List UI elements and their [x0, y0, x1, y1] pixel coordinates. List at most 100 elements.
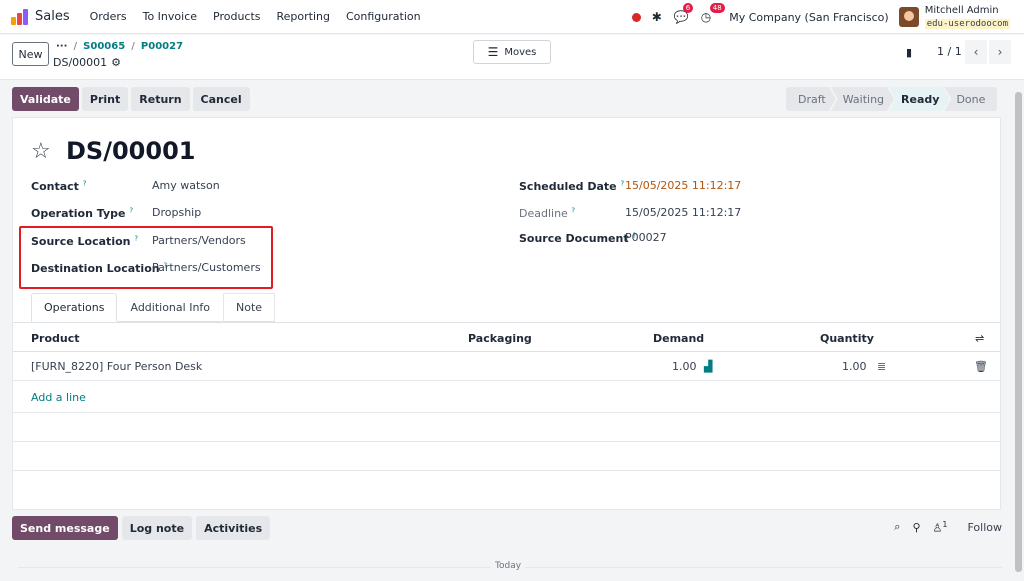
chevron-left-icon: ‹: [973, 45, 979, 59]
menu-configuration[interactable]: Configuration: [346, 10, 421, 23]
column-quantity[interactable]: Quantity: [820, 332, 874, 345]
bookmark-icon[interactable]: ▮: [906, 46, 912, 59]
operation-type-value[interactable]: Dropship: [152, 206, 201, 219]
scheduled-date-value[interactable]: 15/05/2025 11:12:17: [625, 179, 741, 192]
stage-ready[interactable]: Ready: [889, 87, 949, 111]
gear-icon[interactable]: ⚙: [111, 56, 121, 69]
bug-icon[interactable]: ✱: [652, 10, 662, 24]
moves-button[interactable]: ☰ Moves: [473, 40, 551, 64]
chevron-right-icon: ›: [997, 45, 1003, 59]
search-icon[interactable]: ⌕: [894, 520, 900, 534]
row-demand[interactable]: 1.00: [672, 360, 697, 373]
stage-waiting[interactable]: Waiting: [831, 87, 894, 111]
operations-table-header: Product Packaging Demand Quantity ⇌: [13, 323, 1000, 352]
today-label: Today: [491, 561, 526, 571]
stage-draft[interactable]: Draft: [786, 87, 836, 111]
top-navbar: Sales Orders To Invoice Products Reporti…: [0, 0, 1024, 34]
sales-app-icon[interactable]: [11, 8, 29, 25]
pager-previous-button[interactable]: ‹: [965, 40, 987, 64]
pager-next-button[interactable]: ›: [989, 40, 1011, 64]
trash-icon[interactable]: 🗑: [974, 360, 988, 373]
page-scrollbar[interactable]: [1013, 80, 1024, 581]
column-demand[interactable]: Demand: [653, 332, 704, 345]
company-switcher[interactable]: My Company (San Francisco): [729, 11, 888, 24]
followers-count: 1: [942, 520, 948, 529]
moves-label: Moves: [504, 46, 537, 58]
source-document-value[interactable]: P00027: [625, 231, 667, 244]
new-button[interactable]: New: [12, 42, 49, 66]
activities-button[interactable]: Activities: [196, 516, 271, 540]
deadline-label: Deadline: [519, 206, 568, 220]
detailed-operations-icon[interactable]: ≣: [877, 360, 886, 373]
operation-type-label: Operation Type: [31, 206, 126, 220]
source-document-field: Source Document ? P00027: [519, 231, 667, 245]
user-menu[interactable]: Mitchell Admin edu-userodoocom: [924, 4, 1010, 30]
messages-badge: 6: [682, 3, 694, 13]
contact-value[interactable]: Amy watson: [152, 179, 220, 192]
control-panel: New ··· / S00065 / P00027 DS/00001 ⚙ ☰ M…: [0, 35, 1024, 80]
breadcrumb-sale-order[interactable]: S00065: [83, 41, 125, 52]
record-title: DS/00001: [66, 137, 196, 165]
recording-icon[interactable]: [631, 12, 641, 22]
help-icon[interactable]: ?: [83, 179, 87, 187]
menu-to-invoice[interactable]: To Invoice: [143, 10, 197, 23]
contact-field: Contact ? Amy watson: [31, 179, 220, 193]
pager-value[interactable]: 1 / 1: [937, 45, 962, 58]
main-menu: Orders To Invoice Products Reporting Con…: [82, 10, 429, 23]
cancel-button[interactable]: Cancel: [192, 87, 250, 111]
optional-columns-icon[interactable]: ⇌: [975, 332, 984, 345]
help-icon[interactable]: ?: [129, 206, 133, 214]
forecast-chart-icon[interactable]: ▟: [704, 360, 712, 373]
contact-label: Contact: [31, 179, 79, 193]
status-bar: Draft Waiting Ready Done: [786, 87, 998, 111]
return-button[interactable]: Return: [131, 87, 190, 111]
paperclip-icon[interactable]: ⚲: [912, 521, 920, 534]
tab-additional-info[interactable]: Additional Info: [117, 293, 224, 322]
deadline-field: Deadline ? 15/05/2025 11:12:17: [519, 206, 741, 220]
row-product[interactable]: [FURN_8220] Four Person Desk: [31, 360, 202, 373]
user-name: Mitchell Admin: [924, 4, 999, 16]
tab-operations[interactable]: Operations: [31, 293, 118, 322]
help-icon[interactable]: ?: [621, 179, 625, 187]
star-icon[interactable]: ☆: [31, 139, 51, 164]
followers-button[interactable]: ♙1: [933, 520, 948, 535]
breadcrumb: ··· / S00065 / P00027: [56, 41, 184, 52]
form-sheet: ☆ DS/00001 Contact ? Amy watson Operatio…: [12, 117, 1001, 510]
deadline-value[interactable]: 15/05/2025 11:12:17: [625, 206, 741, 219]
tab-note[interactable]: Note: [223, 293, 276, 322]
table-row[interactable]: [FURN_8220] Four Person Desk 1.00 ▟ 1.00…: [13, 352, 1000, 381]
menu-orders[interactable]: Orders: [90, 10, 127, 23]
scheduled-date-label: Scheduled Date: [519, 179, 617, 193]
user-avatar[interactable]: [898, 7, 919, 27]
current-record: DS/00001 ⚙: [53, 56, 121, 69]
empty-row: [13, 442, 1000, 471]
breadcrumb-more[interactable]: ···: [56, 41, 67, 52]
column-product[interactable]: Product: [31, 332, 80, 345]
navbar-systray: ✱ 💬 6 ◷ 48 My Company (San Francisco) Mitc…: [631, 0, 1024, 34]
menu-products[interactable]: Products: [213, 10, 261, 23]
validate-button[interactable]: Validate: [12, 87, 79, 111]
print-button[interactable]: Print: [81, 87, 129, 111]
clock-icon[interactable]: ◷ 48: [701, 3, 725, 24]
scrollbar-thumb[interactable]: [1015, 92, 1022, 572]
chat-icon[interactable]: 💬 6: [674, 3, 694, 24]
help-icon[interactable]: ?: [571, 206, 575, 214]
operation-type-field: Operation Type ? Dropship: [31, 206, 201, 220]
breadcrumb-purchase-order[interactable]: P00027: [141, 41, 183, 52]
stage-done[interactable]: Done: [944, 87, 998, 111]
send-message-button[interactable]: Send message: [12, 516, 118, 540]
chatter-actions: Send message Log note Activities: [12, 516, 271, 540]
activities-badge: 48: [709, 3, 725, 13]
row-quantity[interactable]: 1.00: [842, 360, 867, 373]
add-line-link[interactable]: Add a line: [31, 391, 86, 404]
follow-button[interactable]: Follow: [967, 521, 1002, 534]
action-bar: Validate Print Return Cancel: [12, 87, 250, 111]
notebook-tabs: Operations Additional Info Note: [31, 293, 276, 322]
log-note-button[interactable]: Log note: [121, 516, 193, 540]
empty-row: [13, 413, 1000, 442]
column-packaging[interactable]: Packaging: [468, 332, 532, 345]
menu-reporting[interactable]: Reporting: [277, 10, 330, 23]
scheduled-date-field: Scheduled Date ? 15/05/2025 11:12:17: [519, 179, 741, 193]
app-name[interactable]: Sales: [35, 9, 70, 24]
database-name: edu-userodoocom: [924, 18, 1010, 29]
